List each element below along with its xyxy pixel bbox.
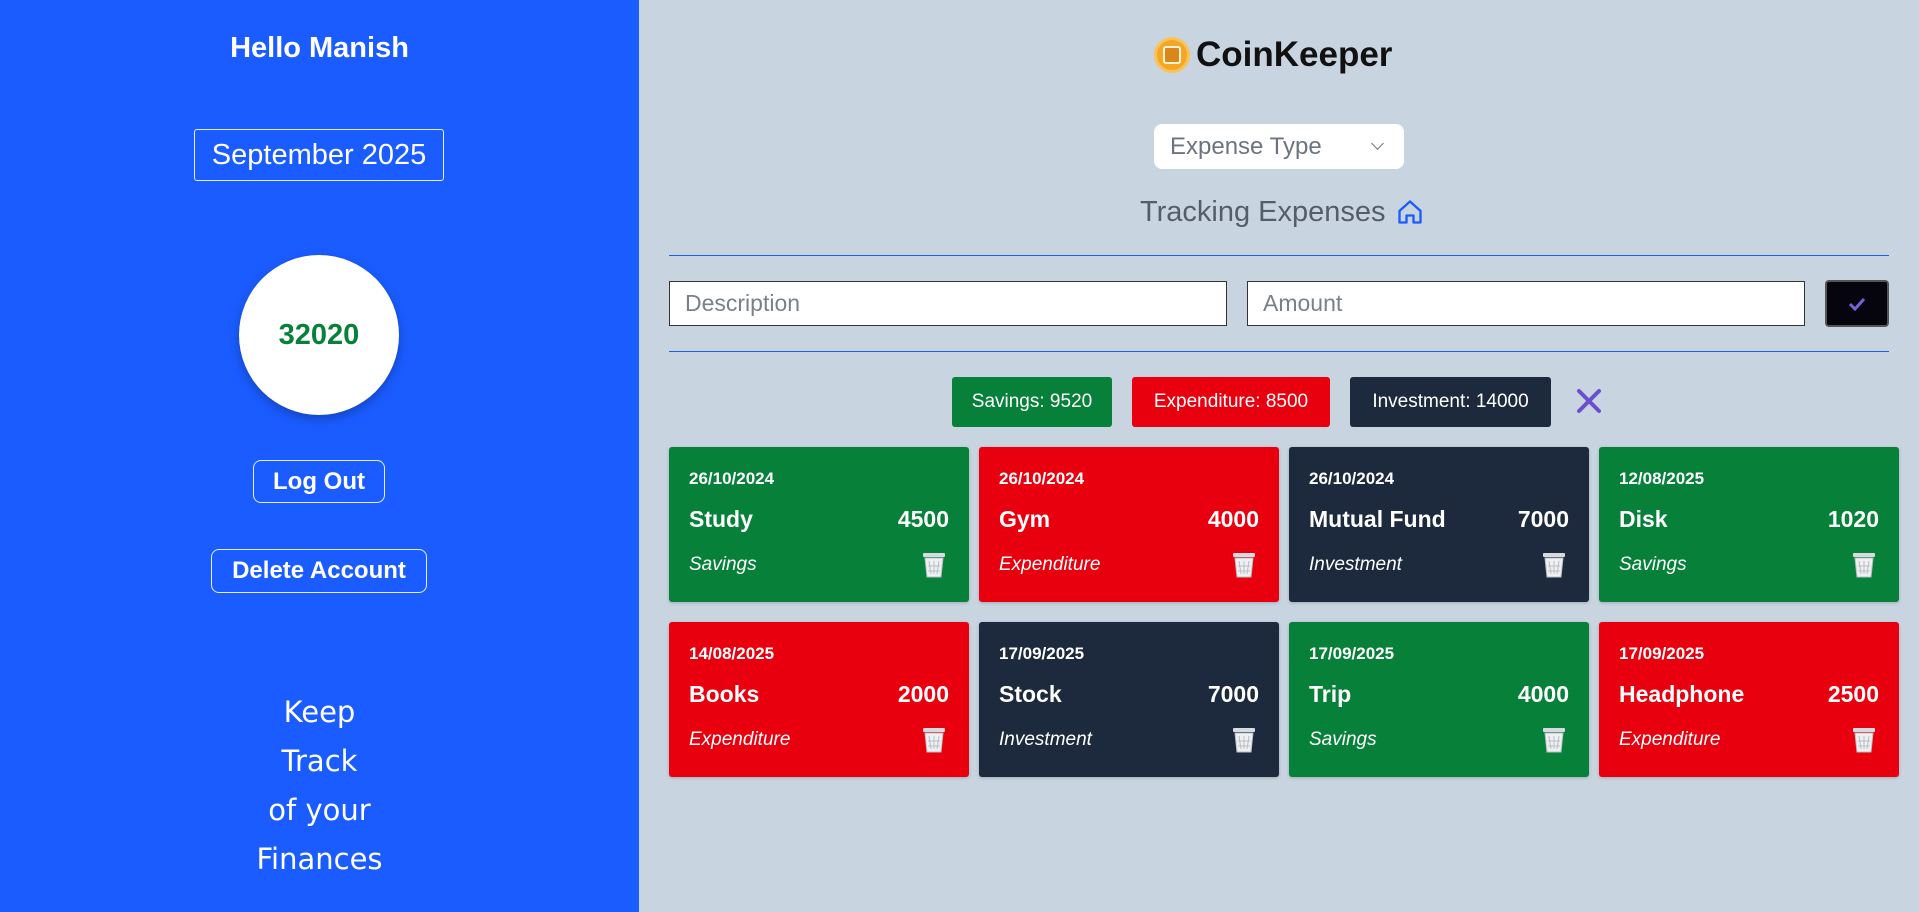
transaction-card: 14/08/2025 Books 2000 Expenditure [669,622,969,777]
tracking-heading: Tracking Expenses [1140,193,1424,231]
tagline-line: Finances [256,842,383,876]
transaction-amount: 4000 [1517,681,1569,707]
transaction-date: 26/10/2024 [689,469,775,488]
month-display: September 2025 [194,129,444,181]
expense-type-select[interactable]: Expense Type [1154,124,1404,169]
transaction-amount: 7000 [1207,681,1259,707]
transaction-description: Study [689,506,753,532]
brand: CoinKeeper [1154,34,1392,76]
transaction-card: 26/10/2024 Gym 4000 Expenditure [979,447,1279,602]
sidebar: Hello Manish September 2025 32020 Log Ou… [0,0,639,912]
transaction-date: 26/10/2024 [1309,469,1395,488]
transaction-type: Savings [1619,554,1687,575]
transaction-type: Savings [689,554,757,575]
transaction-date: 17/09/2025 [1309,644,1395,663]
delete-account-button[interactable]: Delete Account [211,549,427,593]
transaction-card: 12/08/2025 Disk 1020 Savings [1599,447,1899,602]
expense-type-placeholder: Expense Type [1170,132,1322,160]
transaction-amount: 1020 [1827,506,1879,532]
transaction-amount: 4000 [1207,506,1259,532]
tagline: Keep Track of your Finances [0,688,639,884]
transaction-card: 17/09/2025 Stock 7000 Investment [979,622,1279,777]
investment-total-badge[interactable]: Investment: 14000 [1350,377,1551,427]
transaction-type: Investment [1309,554,1402,575]
balance-value: 32020 [278,318,360,351]
submit-button[interactable] [1825,280,1889,327]
transaction-card: 26/10/2024 Study 4500 Savings [669,447,969,602]
amount-input[interactable] [1247,281,1805,326]
transaction-description: Stock [999,681,1062,707]
transaction-date: 14/08/2025 [689,644,775,663]
trash-icon[interactable] [1231,726,1257,754]
home-icon[interactable] [1396,198,1424,226]
close-icon[interactable] [1574,386,1604,416]
savings-total-badge[interactable]: Savings: 9520 [952,377,1112,427]
tagline-line: Keep [283,695,356,729]
logout-button[interactable]: Log Out [253,460,385,503]
greeting: Hello Manish [230,32,409,64]
transaction-amount: 2500 [1827,681,1879,707]
chevron-down-icon [1371,137,1384,150]
coin-icon [1154,37,1190,73]
transaction-amount: 2000 [897,681,949,707]
trash-icon[interactable] [921,551,947,579]
transaction-type: Expenditure [689,729,791,750]
tagline-line: of your [268,793,371,827]
trash-icon[interactable] [921,726,947,754]
trash-icon[interactable] [1851,551,1877,579]
description-input[interactable] [669,281,1227,326]
trash-icon[interactable] [1231,551,1257,579]
trash-icon[interactable] [1541,551,1567,579]
brand-name: CoinKeeper [1196,35,1393,74]
expenditure-total-badge[interactable]: Expenditure: 8500 [1132,377,1330,427]
transaction-date: 17/09/2025 [1619,644,1705,663]
transaction-amount: 7000 [1517,506,1569,532]
transaction-description: Trip [1309,681,1352,707]
transaction-date: 12/08/2025 [1619,469,1705,488]
divider [669,351,1889,352]
divider [669,255,1889,256]
balance-circle: 32020 [239,255,399,415]
transaction-description: Mutual Fund [1309,506,1446,532]
transaction-type: Savings [1309,729,1377,750]
trash-icon[interactable] [1851,726,1877,754]
transaction-description: Disk [1619,506,1668,532]
trash-icon[interactable] [1541,726,1567,754]
transaction-type: Expenditure [1619,729,1721,750]
transaction-card: 17/09/2025 Headphone 2500 Expenditure [1599,622,1899,777]
tracking-label: Tracking Expenses [1140,195,1386,228]
transaction-card: 26/10/2024 Mutual Fund 7000 Investment [1289,447,1589,602]
transaction-date: 26/10/2024 [999,469,1085,488]
transaction-type: Expenditure [999,554,1101,575]
transaction-description: Headphone [1619,681,1745,707]
transaction-card: 17/09/2025 Trip 4000 Savings [1289,622,1589,777]
transaction-description: Books [689,681,760,707]
transaction-description: Gym [999,506,1051,532]
transaction-type: Investment [999,729,1092,750]
transaction-amount: 4500 [897,506,949,532]
transaction-date: 17/09/2025 [999,644,1085,663]
tagline-line: Track [281,744,358,778]
check-icon [1848,297,1866,311]
